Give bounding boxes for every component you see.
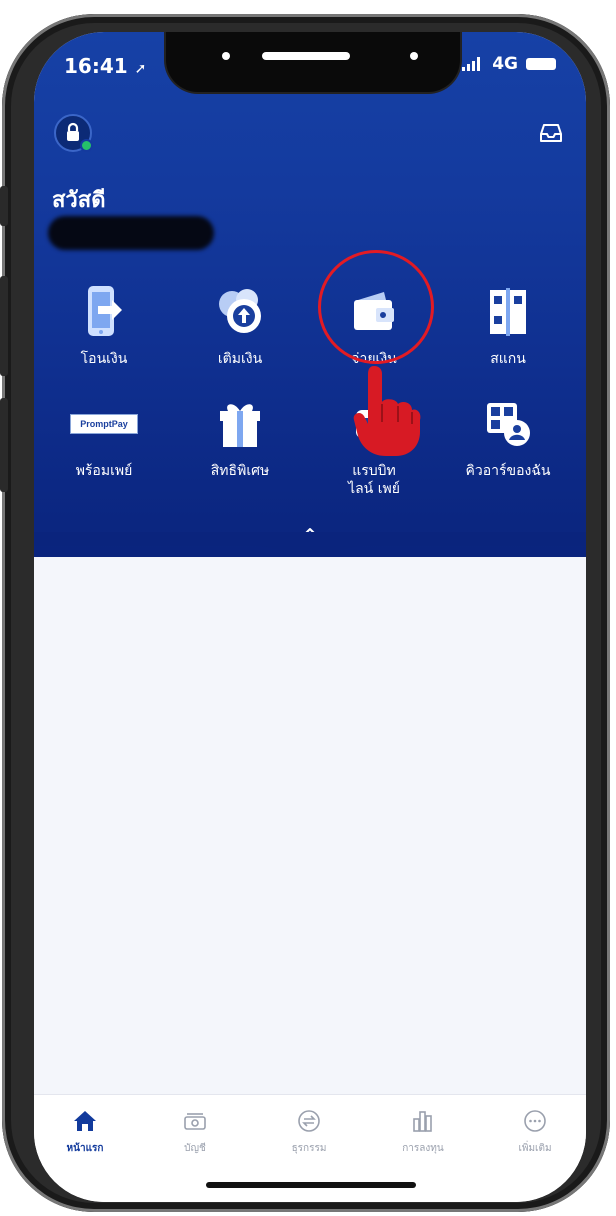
phone-transfer-icon (88, 286, 122, 336)
mute-switch (0, 186, 8, 226)
tab-home[interactable]: หน้าแรก (40, 1109, 130, 1156)
menu-transfer[interactable]: โอนเงิน (44, 280, 164, 368)
app-screen: 16:41 ➚ 4G สวัสดี โอนเงิน เติมเงิน จ่ายเ… (34, 32, 586, 1202)
bar-chart-icon (413, 1111, 432, 1132)
promptpay-logo-icon: PromptPay (70, 414, 138, 434)
volume-up-button (0, 276, 8, 376)
menu-promptpay-label: พร้อมเพย์ (75, 463, 133, 479)
promptpay-logo-text: PromptPay (80, 419, 128, 429)
more-dots-icon (524, 1110, 546, 1132)
transfer-arrows-icon (298, 1110, 320, 1132)
lock-avatar-button[interactable] (54, 114, 93, 152)
pointing-hand-icon (353, 366, 421, 456)
cash-icon (184, 1113, 206, 1130)
menu-topup[interactable]: เติมเงิน (180, 280, 300, 368)
menu-scan-label: สแกน (490, 351, 526, 367)
header-bottom-curve (34, 532, 586, 556)
status-right: 4G (462, 54, 556, 74)
tab-transactions[interactable]: ธุรกรรม (264, 1109, 354, 1156)
speaker-grille (262, 52, 350, 60)
tab-accounts[interactable]: บัญชี (150, 1109, 240, 1156)
greeting-text: สวัสดี (52, 188, 106, 213)
camera-dot (410, 52, 418, 60)
my-qr-icon (487, 403, 530, 446)
tab-accounts-label: บัญชี (184, 1143, 206, 1154)
tab-more-label: เพิ่มเติม (518, 1143, 552, 1154)
home-indicator[interactable] (206, 1182, 416, 1188)
tab-transactions-label: ธุรกรรม (291, 1143, 327, 1154)
menu-rabbit-label: แรบบิท ไลน์ เพย์ (314, 462, 434, 498)
cloud-upload-icon (219, 289, 261, 333)
home-icon (74, 1111, 96, 1131)
notch-dot-left (222, 52, 230, 60)
status-time: 16:41 ➚ (64, 54, 146, 78)
menu-my-qr-label: คิวอาร์ของฉัน (465, 463, 551, 479)
tab-invest[interactable]: การลงทุน (378, 1109, 468, 1156)
menu-transfer-label: โอนเงิน (80, 351, 128, 367)
inbox-icon[interactable] (538, 120, 564, 146)
header-panel: 16:41 ➚ 4G สวัสดี โอนเงิน เติมเงิน จ่ายเ… (34, 32, 586, 557)
highlight-circle-annotation (318, 250, 434, 364)
menu-topup-label: เติมเงิน (217, 351, 263, 367)
volume-down-button (0, 398, 8, 492)
menu-my-qr[interactable]: คิวอาร์ของฉัน (448, 392, 568, 480)
location-arrow-icon: ➚ (134, 61, 147, 77)
signal-icon (462, 57, 481, 71)
battery-icon (526, 58, 556, 70)
menu-privilege-label: สิทธิพิเศษ (210, 463, 270, 479)
menu-privilege[interactable]: สิทธิพิเศษ (180, 392, 300, 480)
menu-rabbit-label-line1: แรบบิท (352, 463, 396, 479)
status-time-text: 16:41 (64, 54, 128, 78)
tab-invest-label: การลงทุน (402, 1143, 444, 1154)
redacted-user-name (48, 216, 214, 250)
network-type: 4G (492, 54, 518, 74)
notch (164, 32, 462, 94)
tab-home-label: หน้าแรก (66, 1143, 104, 1154)
menu-rabbit-label-line2: ไลน์ เพย์ (348, 481, 400, 497)
menu-promptpay[interactable]: PromptPay พร้อมเพย์ (44, 392, 164, 480)
qr-scan-icon (490, 288, 526, 336)
online-indicator (80, 139, 93, 152)
gift-icon (220, 404, 260, 447)
menu-scan[interactable]: สแกน (448, 280, 568, 368)
tab-more[interactable]: เพิ่มเติม (490, 1109, 580, 1156)
